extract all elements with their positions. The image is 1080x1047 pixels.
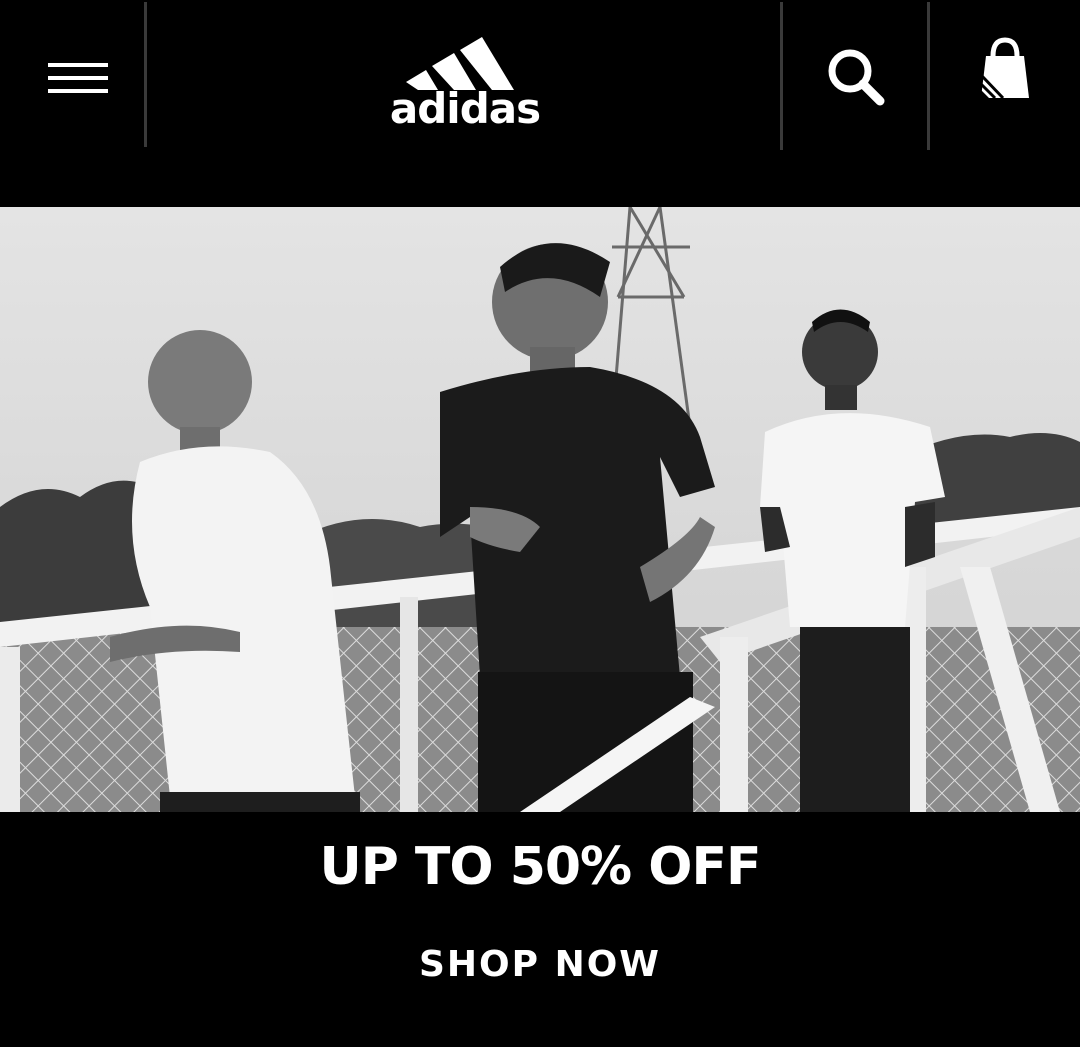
shop-now-button[interactable]: SHOP NOW <box>390 930 690 1000</box>
page: adidas UP TO 50% OFF SHOP NOW <box>0 0 1080 1047</box>
brand-logo[interactable]: adidas <box>386 20 542 133</box>
search-button[interactable] <box>783 0 928 150</box>
shopping-bag-icon <box>979 37 1029 100</box>
menu-button[interactable] <box>0 0 146 150</box>
hero-image[interactable] <box>0 207 1080 812</box>
hero-photo <box>0 207 1080 812</box>
cart-button[interactable] <box>931 0 1080 150</box>
header-bar: adidas <box>0 0 1080 150</box>
search-icon <box>828 49 885 106</box>
adidas-logo-icon: adidas <box>390 37 541 133</box>
promo-title: UP TO 50% OFF <box>319 837 761 897</box>
hamburger-menu-icon <box>48 63 108 93</box>
header-divider <box>144 2 147 147</box>
header-divider <box>927 2 930 150</box>
svg-text:adidas: adidas <box>390 84 540 130</box>
